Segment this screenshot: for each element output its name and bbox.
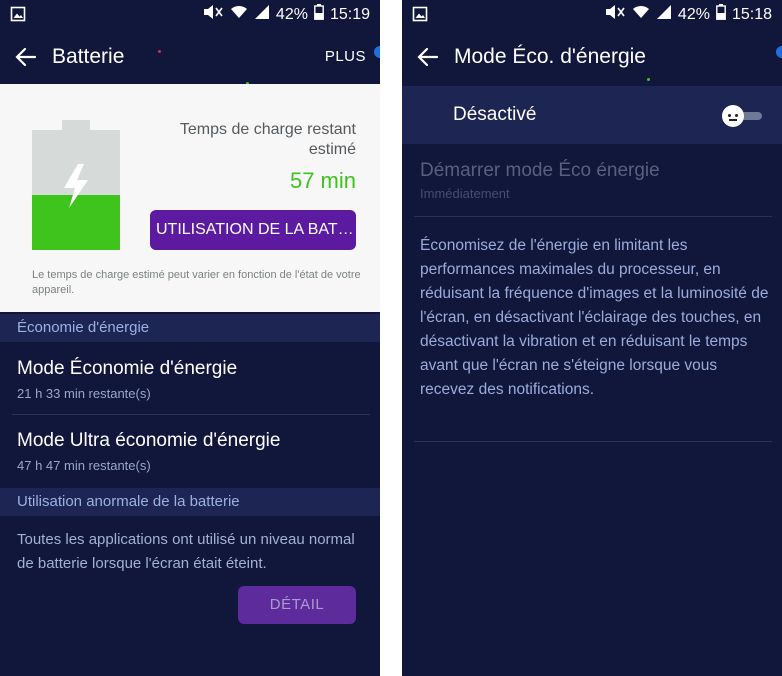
lightning-icon: [56, 162, 96, 210]
battery-percent: 42%: [677, 5, 710, 23]
page-title: Mode Éco. d'énergie: [454, 45, 646, 68]
charge-note: Le temps de charge estimé peut varier en…: [32, 269, 361, 296]
energy-saving-header: Économie d'énergie: [0, 314, 380, 342]
divider: [12, 414, 370, 415]
battery-percent: 42%: [275, 5, 308, 23]
image-icon: [412, 6, 428, 27]
notification-dot: [374, 46, 380, 58]
list-item-subtitle: 21 h 33 min restante(s): [17, 386, 151, 401]
power-saving-mode-screen: 42% 15:18 Mode Éco. d'énergie Désactivé …: [402, 0, 782, 676]
mute-icon: [604, 4, 626, 25]
power-saving-toggle-row[interactable]: Désactivé: [402, 86, 782, 144]
decorative-dot: [158, 50, 161, 53]
notification-dot: [776, 46, 782, 58]
back-arrow-icon[interactable]: [416, 46, 440, 68]
image-icon: [10, 6, 26, 27]
charge-time-value: 57 min: [289, 168, 356, 193]
wifi-icon: [632, 4, 650, 25]
battery-icon: [716, 4, 726, 25]
battery-graphic: [32, 120, 120, 250]
status-bar: 42% 15:19: [0, 0, 380, 30]
charge-time-label: Temps de charge restant estimé: [179, 121, 356, 158]
battery-screen: 42% 15:19 Batterie PLUS Temps de charge …: [0, 0, 380, 676]
battery-usage-button[interactable]: UTILISATION DE LA BAT…: [150, 210, 356, 250]
list-item-ultra-power-saving-mode[interactable]: Mode Ultra économie d'énergie 47 h 47 mi…: [17, 430, 369, 473]
app-bar: Batterie PLUS: [0, 30, 380, 84]
divider: [414, 216, 772, 217]
back-arrow-icon[interactable]: [14, 46, 38, 68]
wifi-icon: [230, 4, 248, 25]
signal-icon: [254, 4, 270, 25]
clock: 15:19: [329, 5, 370, 23]
detail-button[interactable]: DÉTAIL: [238, 586, 356, 624]
status-bar: 42% 15:18: [402, 0, 782, 30]
toggle-switch[interactable]: [722, 105, 764, 127]
page-title: Batterie: [52, 45, 125, 68]
mode-description: Économisez de l'énergie en limitant les …: [420, 237, 769, 398]
start-mode-title: Démarrer mode Éco énergie: [420, 160, 660, 181]
list-item-title: Mode Ultra économie d'énergie: [17, 430, 281, 451]
app-bar: Mode Éco. d'énergie: [402, 30, 782, 84]
list-item-title: Mode Économie d'énergie: [17, 358, 238, 379]
abnormal-usage-header: Utilisation anormale de la batterie: [0, 488, 380, 516]
list-item-subtitle: 47 h 47 min restante(s): [17, 458, 151, 473]
decorative-dot: [647, 78, 650, 81]
toggle-label: Désactivé: [453, 104, 537, 125]
clock: 15:18: [731, 5, 772, 23]
battery-icon: [314, 4, 324, 25]
mute-icon: [202, 4, 224, 25]
abnormal-usage-text: Toutes les applications ont utilisé un n…: [17, 531, 355, 572]
signal-icon: [656, 4, 672, 25]
divider: [414, 441, 772, 442]
plus-button[interactable]: PLUS: [325, 48, 366, 65]
charge-card: Temps de charge restant estimé 57 min UT…: [0, 84, 380, 312]
start-mode-subtitle: Immédiatement: [420, 186, 510, 201]
list-item-power-saving-mode[interactable]: Mode Économie d'énergie 21 h 33 min rest…: [17, 358, 369, 401]
